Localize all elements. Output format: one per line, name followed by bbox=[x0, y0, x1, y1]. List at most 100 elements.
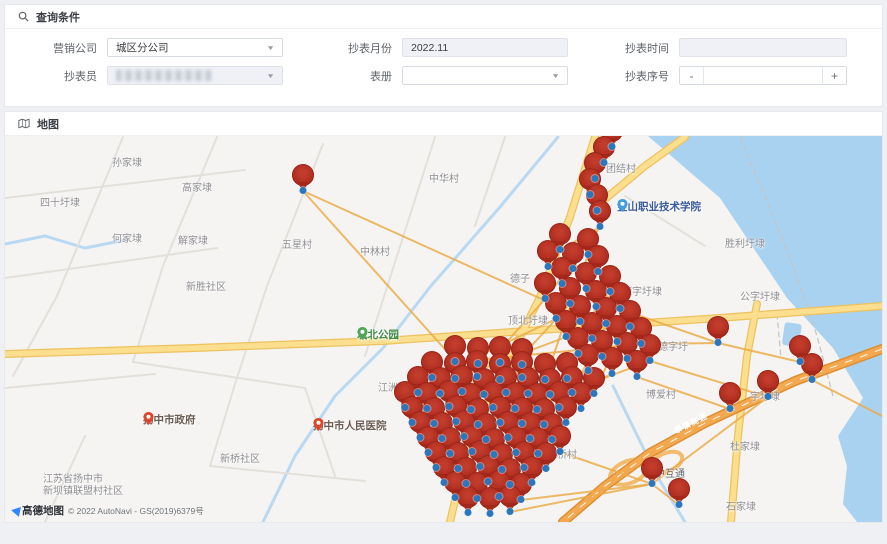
marker-anchor-dot bbox=[441, 479, 448, 486]
marker-anchor-dot bbox=[603, 320, 610, 327]
company-value: 城区分公司 bbox=[116, 40, 169, 55]
marker-anchor-dot bbox=[649, 480, 656, 487]
marker-anchor-dot bbox=[585, 367, 592, 374]
marker-anchor-dot bbox=[549, 436, 556, 443]
marker-anchor-dot bbox=[569, 389, 576, 396]
company-select[interactable]: 城区分公司 ▼ bbox=[107, 38, 283, 57]
marker-anchor-dot bbox=[525, 390, 532, 397]
marker-anchor-dot bbox=[477, 463, 484, 470]
marker-anchor-dot bbox=[557, 246, 564, 253]
month-label: 抄表月份 bbox=[314, 40, 392, 56]
marker-anchor-dot bbox=[513, 449, 520, 456]
marker-anchor-dot bbox=[519, 374, 526, 381]
water-area bbox=[648, 136, 882, 522]
marker-anchor-dot bbox=[487, 510, 494, 517]
marker-anchor-dot bbox=[534, 406, 541, 413]
time-input[interactable] bbox=[679, 38, 847, 57]
marker-anchor-dot bbox=[563, 419, 570, 426]
marker-anchor-dot bbox=[519, 361, 526, 368]
marker-anchor-dot bbox=[483, 436, 490, 443]
month-input[interactable]: 2022.11 bbox=[402, 38, 568, 57]
reader-value-redacted bbox=[116, 70, 212, 81]
marker-anchor-dot bbox=[417, 434, 424, 441]
marker-anchor-dot bbox=[638, 340, 645, 347]
marker-anchor-dot bbox=[474, 495, 481, 502]
marker-anchor-dot bbox=[527, 435, 534, 442]
marker-anchor-dot bbox=[491, 451, 498, 458]
map-panel-title: 地图 bbox=[37, 116, 59, 132]
marker-anchor-dot bbox=[503, 389, 510, 396]
marker-anchor-dot bbox=[475, 360, 482, 367]
marker-anchor-dot bbox=[518, 496, 525, 503]
marker-anchor-dot bbox=[535, 450, 542, 457]
marker-anchor-dot bbox=[452, 358, 459, 365]
marker-anchor-dot bbox=[485, 478, 492, 485]
marker-anchor-dot bbox=[459, 388, 466, 395]
marker-anchor-dot bbox=[446, 403, 453, 410]
marker-anchor-dot bbox=[557, 448, 564, 455]
marker-anchor-dot bbox=[543, 465, 550, 472]
marker-anchor-dot bbox=[542, 376, 549, 383]
marker-anchor-dot bbox=[591, 390, 598, 397]
marker-anchor-dot bbox=[300, 187, 307, 194]
seq-stepper: - + bbox=[679, 66, 847, 85]
marker-anchor-dot bbox=[609, 143, 616, 150]
map-panel: 地图 孙家埭高家埭四十圩埭何家埭解家埭五星村中华村中林村团结村胜利圩埭德字圩埭公… bbox=[4, 111, 883, 523]
marker-anchor-dot bbox=[402, 404, 409, 411]
marker-anchor-dot bbox=[617, 305, 624, 312]
marker-anchor-dot bbox=[594, 207, 601, 214]
marker-anchor-dot bbox=[563, 333, 570, 340]
marker-anchor-dot bbox=[447, 450, 454, 457]
company-label: 营销公司 bbox=[19, 40, 97, 56]
marker-anchor-dot bbox=[715, 339, 722, 346]
search-icon bbox=[18, 11, 29, 22]
book-label: 表册 bbox=[314, 68, 392, 84]
marker-anchor-dot bbox=[547, 391, 554, 398]
marker-anchor-dot bbox=[575, 350, 582, 357]
marker-anchor-dot bbox=[455, 465, 462, 472]
marker-anchor-dot bbox=[809, 376, 816, 383]
marker-anchor-dot bbox=[469, 448, 476, 455]
marker-balloon bbox=[641, 457, 663, 479]
marker-anchor-dot bbox=[415, 389, 422, 396]
chevron-down-icon: ▼ bbox=[551, 72, 560, 79]
marker-anchor-dot bbox=[624, 355, 631, 362]
chevron-down-icon: ▼ bbox=[266, 72, 275, 79]
marker-anchor-dot bbox=[556, 404, 563, 411]
marker-anchor-dot bbox=[463, 480, 470, 487]
seq-decrease-button[interactable]: - bbox=[680, 67, 704, 84]
marker-balloon bbox=[801, 353, 823, 375]
reader-select[interactable]: ▼ bbox=[107, 66, 283, 85]
marker-balloon bbox=[719, 382, 741, 404]
seq-input[interactable] bbox=[704, 67, 822, 84]
marker-anchor-dot bbox=[490, 404, 497, 411]
marker-anchor-dot bbox=[578, 405, 585, 412]
seq-label: 抄表序号 bbox=[609, 68, 669, 84]
time-label: 抄表时间 bbox=[609, 40, 669, 56]
marker-anchor-dot bbox=[468, 406, 475, 413]
field-reader: 抄表员 ▼ bbox=[19, 66, 314, 85]
field-company: 营销公司 城区分公司 ▼ bbox=[19, 38, 314, 57]
marker-anchor-dot bbox=[452, 375, 459, 382]
query-form: 营销公司 城区分公司 ▼ 抄表月份 2022.11 抄表时间 抄表员 ▼ bbox=[5, 29, 882, 106]
marker-anchor-dot bbox=[542, 295, 549, 302]
marker-anchor-dot bbox=[567, 300, 574, 307]
seq-increase-button[interactable]: + bbox=[822, 67, 846, 84]
book-select[interactable]: ▼ bbox=[402, 66, 568, 85]
marker-anchor-dot bbox=[507, 508, 514, 515]
route-line bbox=[650, 361, 768, 397]
marker-anchor-dot bbox=[424, 405, 431, 412]
map-icon bbox=[18, 118, 30, 129]
marker-anchor-dot bbox=[564, 375, 571, 382]
marker-anchor-dot bbox=[505, 434, 512, 441]
marker-anchor-dot bbox=[497, 359, 504, 366]
marker-anchor-dot bbox=[431, 420, 438, 427]
field-time: 抄表时间 bbox=[609, 38, 868, 57]
field-seq: 抄表序号 - + bbox=[609, 66, 868, 85]
marker-anchor-dot bbox=[461, 433, 468, 440]
marker-anchor-dot bbox=[585, 251, 592, 258]
map-canvas[interactable]: 孙家埭高家埭四十圩埭何家埭解家埭五星村中华村中林村团结村胜利圩埭德字圩埭公字圩埭… bbox=[5, 136, 882, 522]
marker-anchor-dot bbox=[519, 420, 526, 427]
marker-anchor-dot bbox=[497, 376, 504, 383]
marker-anchor-dot bbox=[595, 268, 602, 275]
